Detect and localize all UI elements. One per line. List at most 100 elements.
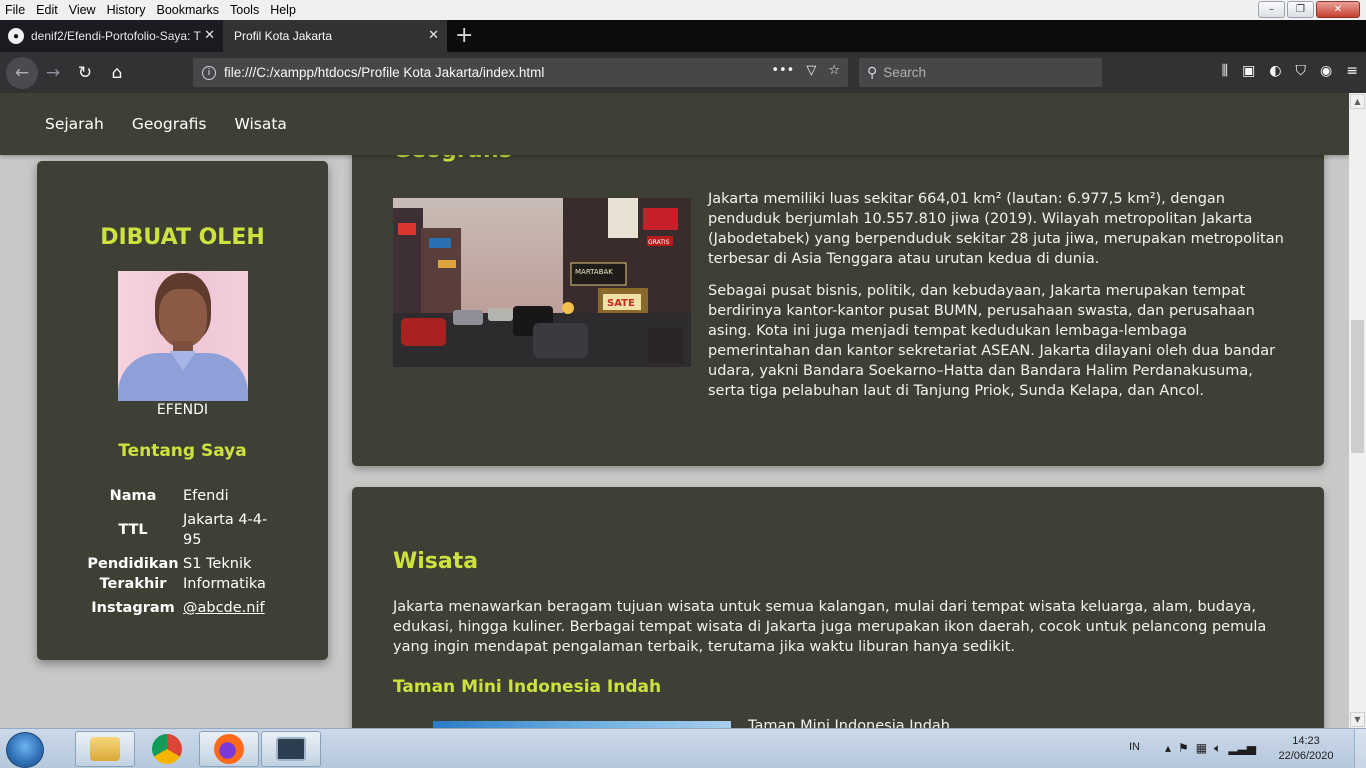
reload-icon[interactable]: ↻ — [71, 60, 99, 86]
window-controls: – ❐ ✕ — [1258, 1, 1360, 18]
profile-value: Efendi — [183, 488, 229, 504]
tray-expand-icon[interactable]: ▴ — [1165, 741, 1171, 756]
search-icon: ⚲ — [867, 64, 878, 81]
pocket-icon[interactable]: ▽ — [806, 63, 816, 78]
chrome-icon — [152, 734, 182, 764]
close-tab-icon[interactable]: ✕ — [204, 28, 215, 43]
section-title: Wisata — [393, 549, 479, 574]
wisata-intro: Jakarta menawarkan beragam tujuan wisata… — [393, 599, 1267, 655]
geografis-paragraph-1: Jakarta memiliki luas sekitar 664,01 km²… — [708, 191, 1284, 267]
hamburger-menu-icon[interactable]: ≡ — [1346, 63, 1358, 79]
author-sidebar: DIBUAT OLEH EFENDI Tentang Saya Nama Efe… — [37, 161, 328, 660]
tab-github[interactable]: ● denif2/Efendi-Portofolio-Saya: T ✕ — [0, 20, 223, 52]
close-window-button[interactable]: ✕ — [1316, 1, 1360, 18]
author-photo — [118, 271, 248, 401]
menu-bookmarks[interactable]: Bookmarks — [151, 3, 225, 17]
bookmark-star-icon[interactable]: ☆ — [828, 63, 840, 78]
back-arrow-icon[interactable]: ← — [6, 57, 38, 89]
sign-gratis: GRATIS — [648, 239, 670, 246]
device-icon[interactable]: ▦ — [1196, 741, 1207, 756]
sidebar-heading: DIBUAT OLEH — [100, 225, 265, 250]
menu-file[interactable]: File — [0, 3, 31, 17]
scroll-down-arrow-icon[interactable]: ▼ — [1350, 712, 1365, 727]
volume-icon[interactable]: 🔈︎ — [1214, 741, 1221, 756]
extension-icon[interactable]: ◐ — [1269, 63, 1281, 79]
site-navigation: Sejarah Geografis Wisata — [0, 93, 1349, 155]
home-icon[interactable]: ⌂ — [103, 60, 131, 86]
terminal-icon — [276, 737, 306, 761]
explorer-icon — [90, 737, 120, 761]
profile-key: Instagram — [91, 600, 175, 616]
menu-tools[interactable]: Tools — [225, 3, 265, 17]
site-info-icon[interactable]: i — [202, 65, 216, 80]
tmii-caption: Taman Mini Indonesia Indah — [748, 718, 950, 728]
table-row: Instagram @abcde.nif — [85, 598, 283, 618]
wisata-subheading: Taman Mini Indonesia Indah — [393, 677, 662, 697]
taskbar-terminal[interactable] — [261, 731, 321, 767]
nav-link-sejarah[interactable]: Sejarah — [45, 115, 104, 133]
taskbar-chrome[interactable] — [137, 731, 197, 767]
profile-key: Pendidikan Terakhir — [87, 556, 179, 592]
forward-arrow-icon[interactable]: → — [39, 60, 67, 86]
address-bar[interactable]: i file:///C:/xampp/htdocs/Profile Kota J… — [193, 58, 848, 87]
table-row: TTL Jakarta 4-4-95 — [85, 510, 283, 554]
sign-sate: SATE — [607, 298, 635, 309]
profile-value: Jakarta 4-4-95 — [183, 512, 268, 548]
tab-strip: ● denif2/Efendi-Portofolio-Saya: T ✕ Pro… — [0, 20, 1366, 52]
page-actions-icon[interactable]: ••• — [771, 63, 794, 78]
minimize-button[interactable]: – — [1258, 1, 1285, 18]
profile-table: Nama Efendi TTL Jakarta 4-4-95 Pendidika… — [85, 486, 283, 618]
vertical-scrollbar[interactable]: ▲ ▼ — [1349, 93, 1366, 728]
tab-profil-kota-jakarta[interactable]: Profil Kota Jakarta ✕ — [223, 20, 447, 52]
menu-bar: File Edit View History Bookmarks Tools H… — [0, 0, 1366, 20]
maximize-button[interactable]: ❐ — [1287, 1, 1314, 18]
close-tab-icon[interactable]: ✕ — [428, 28, 439, 43]
instagram-link[interactable]: @abcde.nif — [183, 600, 265, 616]
wisata-section: Wisata Jakarta menawarkan beragam tujuan… — [352, 487, 1324, 728]
tab-title: Profil Kota Jakarta — [234, 29, 333, 43]
profile-value: @abcde.nif — [183, 598, 283, 618]
search-placeholder[interactable]: Search — [883, 65, 926, 80]
account-icon[interactable]: ◉ — [1320, 63, 1332, 79]
taskbar-explorer[interactable] — [75, 731, 135, 767]
signal-icon[interactable]: ▂▃▅ — [1228, 741, 1256, 756]
clock-time: 14:23 — [1292, 735, 1320, 747]
page-viewport: Sejarah Geografis Wisata DIBUAT OLEH EFE… — [0, 93, 1349, 728]
menu-view[interactable]: View — [64, 3, 102, 17]
nav-link-geografis[interactable]: Geografis — [132, 115, 207, 133]
firefox-icon — [214, 734, 244, 764]
windows-taskbar: IN ▴ ⚑ ▦ 🔈︎ ▂▃▅ 14:23 22/06/2020 — [0, 728, 1366, 768]
language-indicator[interactable]: IN — [1129, 741, 1140, 753]
menu-edit[interactable]: Edit — [31, 3, 64, 17]
library-icon[interactable]: ⫼ — [1222, 63, 1228, 79]
sign-martabak: MARTABAK — [575, 268, 613, 276]
menu-help[interactable]: Help — [265, 3, 302, 17]
network-warning-icon[interactable]: ⚑ — [1178, 741, 1189, 756]
jakarta-street-photo: MARTABAK GRATIS SATE — [393, 198, 691, 367]
menu-history[interactable]: History — [102, 3, 152, 17]
github-icon: ● — [8, 28, 24, 44]
table-row: Pendidikan Terakhir S1 Teknik Informatik… — [85, 554, 283, 598]
start-button[interactable] — [6, 732, 44, 768]
street-scene-graphic: MARTABAK GRATIS SATE — [393, 198, 691, 367]
new-tab-icon[interactable]: + — [455, 23, 473, 48]
about-heading: Tentang Saya — [118, 441, 247, 461]
url-text[interactable]: file:///C:/xampp/htdocs/Profile Kota Jak… — [224, 65, 544, 80]
search-bar[interactable]: ⚲ Search — [859, 58, 1102, 87]
geografis-paragraph-2-top: Sebagai pusat bisnis, politik, dan kebud… — [708, 281, 1283, 401]
show-desktop-button[interactable] — [1354, 729, 1366, 768]
taskbar-firefox[interactable] — [199, 731, 259, 767]
scroll-up-arrow-icon[interactable]: ▲ — [1350, 94, 1365, 109]
sidebar-icon[interactable]: ▣ — [1242, 63, 1255, 79]
geografis-paragraph-2: Sebagai pusat bisnis, politik, dan kebud… — [708, 283, 1276, 399]
nav-link-wisata[interactable]: Wisata — [234, 115, 286, 133]
table-row: Nama Efendi — [85, 486, 283, 510]
author-name: EFENDI — [156, 402, 209, 418]
profile-value: S1 Teknik Informatika — [183, 556, 266, 592]
profile-key: Nama — [109, 488, 157, 504]
shield-icon[interactable]: ⛉ — [1296, 63, 1307, 79]
toolbar-right-icons: ⫼ ▣ ◐ ⛉ ◉ ≡ — [1222, 63, 1358, 79]
clock[interactable]: 14:23 22/06/2020 — [1271, 734, 1341, 764]
scroll-thumb[interactable] — [1351, 320, 1364, 453]
tab-title: denif2/Efendi-Portofolio-Saya: T — [31, 29, 201, 43]
